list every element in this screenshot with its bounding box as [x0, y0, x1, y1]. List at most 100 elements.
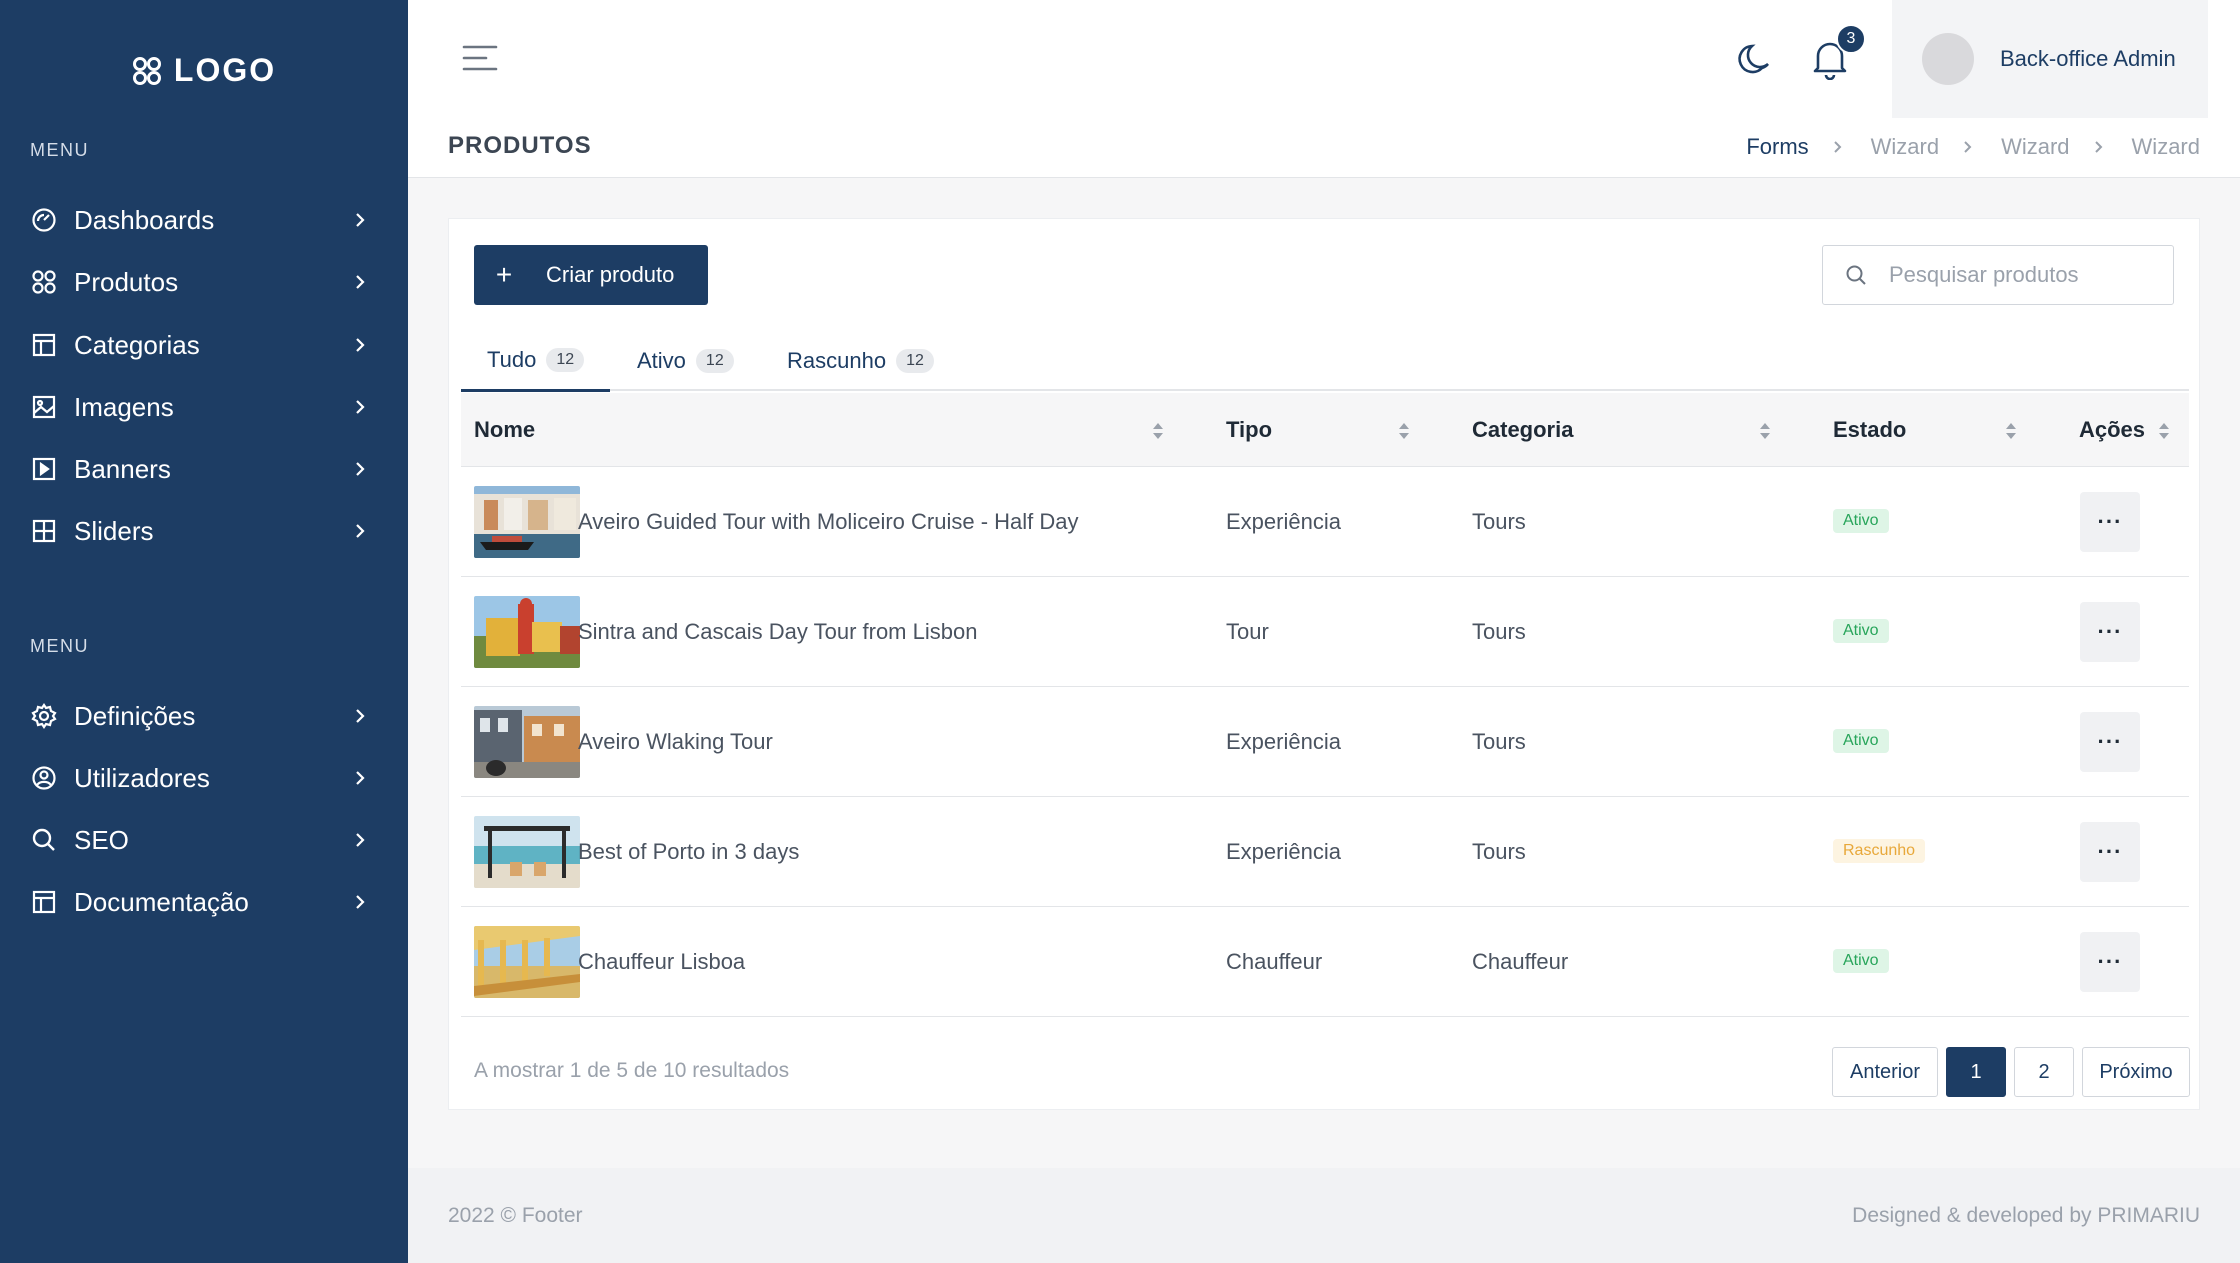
row-actions-button[interactable]: ··· [2080, 822, 2140, 882]
sidebar-item-label: Documentação [74, 886, 249, 917]
row-actions-button[interactable]: ··· [2080, 602, 2140, 662]
product-name[interactable]: Aveiro Guided Tour with Moliceiro Cruise… [578, 467, 1079, 577]
sidebar: LOGO MENU Dashboards Produtos Categorias… [0, 0, 408, 1263]
products-card: + Criar produto Tudo 12 Ativo 12 Rascunh… [448, 218, 2200, 1110]
column-header-categoria[interactable]: Categoria [1472, 393, 1573, 467]
chevron-right-icon [350, 397, 370, 417]
chevron-right-icon [350, 335, 370, 355]
tab-label: Ativo [637, 348, 686, 373]
play-square-icon [30, 455, 58, 483]
status-badge: Ativo [1833, 949, 1889, 973]
product-name[interactable]: Sintra and Cascais Day Tour from Lisbon [578, 577, 977, 687]
product-type: Experiência [1226, 729, 1341, 754]
chevron-right-icon [350, 706, 370, 726]
product-thumbnail[interactable] [474, 596, 580, 668]
product-name[interactable]: Chauffeur Lisboa [578, 907, 745, 1017]
sidebar-item-label: SEO [74, 824, 129, 855]
sidebar-item-documentacao[interactable]: Documentação [30, 880, 370, 924]
sidebar-item-dashboards[interactable]: Dashboards [30, 198, 370, 242]
product-thumbnail[interactable] [474, 816, 580, 888]
sort-icon[interactable] [1152, 421, 1164, 441]
results-summary: A mostrar 1 de 5 de 10 resultados [474, 1059, 790, 1082]
status-tabs: Tudo 12 Ativo 12 Rascunho 12 [461, 331, 2189, 392]
create-product-button[interactable]: + Criar produto [474, 245, 708, 305]
breadcrumb-link[interactable]: Wizard [2001, 134, 2069, 160]
product-thumbnail[interactable] [474, 706, 580, 778]
sidebar-item-label: Categorias [74, 329, 200, 360]
row-actions-button[interactable]: ··· [2080, 492, 2140, 552]
sort-icon[interactable] [2158, 421, 2170, 441]
column-header-estado[interactable]: Estado [1833, 393, 1906, 467]
chevron-right-icon [350, 272, 370, 292]
sidebar-item-label: Dashboards [74, 204, 215, 235]
sort-icon[interactable] [1759, 421, 1771, 441]
moon-icon[interactable] [1736, 40, 1774, 78]
column-header-acoes[interactable]: Ações [2079, 393, 2145, 467]
product-name[interactable]: Aveiro Wlaking Tour [578, 687, 773, 797]
sidebar-item-produtos[interactable]: Produtos [30, 260, 370, 304]
menu-toggle-icon[interactable] [462, 44, 498, 72]
plus-icon: + [495, 259, 513, 290]
pagination-prev-button[interactable]: Anterior [1832, 1047, 1938, 1097]
tab-label: Rascunho [787, 348, 887, 373]
sidebar-item-sliders[interactable]: Sliders [30, 509, 370, 553]
breadcrumb: Forms Wizard Wizard Wizard [1746, 134, 2200, 160]
product-category: Tours [1472, 509, 1526, 534]
tab-count-badge: 12 [546, 348, 585, 372]
table-icon [30, 517, 58, 545]
sidebar-item-label: Banners [74, 453, 171, 484]
status-badge: Ativo [1833, 729, 1889, 753]
sidebar-item-label: Produtos [74, 266, 179, 297]
grid-icon [30, 268, 58, 296]
tab-ativo[interactable]: Ativo 12 [611, 331, 760, 391]
sort-icon[interactable] [2005, 421, 2017, 441]
product-thumbnail[interactable] [474, 926, 580, 998]
tab-tudo[interactable]: Tudo 12 [461, 331, 611, 392]
user-menu[interactable]: Back-office Admin [1892, 0, 2208, 118]
breadcrumb-link[interactable]: Wizard [1871, 134, 1939, 160]
sort-icon[interactable] [1398, 421, 1410, 441]
tab-count-badge: 12 [896, 349, 934, 373]
row-actions-button[interactable]: ··· [2080, 932, 2140, 992]
dashboard-icon [30, 206, 58, 234]
row-actions-button[interactable]: ··· [2080, 712, 2140, 772]
tab-rascunho[interactable]: Rascunho 12 [761, 331, 960, 391]
logo[interactable]: LOGO [0, 52, 408, 89]
layout-icon [30, 331, 58, 359]
sidebar-item-seo[interactable]: SEO [30, 818, 370, 862]
product-category: Tours [1472, 619, 1526, 644]
search-input[interactable] [1889, 262, 2169, 288]
product-category: Chauffeur [1472, 949, 1569, 974]
sidebar-item-imagens[interactable]: Imagens [30, 385, 370, 429]
user-name: Back-office Admin [2000, 46, 2176, 71]
pagination-page-2[interactable]: 2 [2014, 1047, 2074, 1097]
menu-section-title: MENU [30, 140, 89, 160]
sidebar-item-categorias[interactable]: Categorias [30, 323, 370, 367]
chevron-right-icon [350, 459, 370, 479]
chevron-right-icon [2094, 140, 2108, 154]
image-icon [30, 393, 58, 421]
chevron-right-icon [1833, 140, 1847, 154]
column-header-tipo[interactable]: Tipo [1226, 393, 1272, 467]
chevron-right-icon [350, 521, 370, 541]
table-row: Aveiro Guided Tour with Moliceiro Cruise… [461, 467, 2189, 577]
table-header: Nome Tipo Categoria Estado Ações [461, 393, 2189, 467]
search-icon [30, 826, 58, 854]
product-thumbnail[interactable] [474, 486, 580, 558]
product-type: Experiência [1226, 839, 1341, 864]
sidebar-item-banners[interactable]: Banners [30, 447, 370, 491]
sidebar-item-label: Definições [74, 700, 196, 731]
product-name[interactable]: Best of Porto in 3 days [578, 797, 799, 907]
chevron-right-icon [350, 892, 370, 912]
sidebar-item-utilizadores[interactable]: Utilizadores [30, 756, 370, 800]
column-header-nome[interactable]: Nome [474, 393, 535, 467]
status-badge: Ativo [1833, 509, 1889, 533]
pagination-next-button[interactable]: Próximo [2082, 1047, 2190, 1097]
sidebar-item-label: Imagens [74, 391, 174, 422]
tab-count-badge: 12 [695, 349, 734, 373]
create-product-label: Criar produto [546, 262, 675, 287]
pagination-page-1[interactable]: 1 [1946, 1047, 2006, 1097]
sidebar-item-definicoes[interactable]: Definições [30, 694, 370, 738]
breadcrumb-link[interactable]: Forms [1746, 134, 1808, 160]
notification-badge: 3 [1836, 24, 1866, 54]
